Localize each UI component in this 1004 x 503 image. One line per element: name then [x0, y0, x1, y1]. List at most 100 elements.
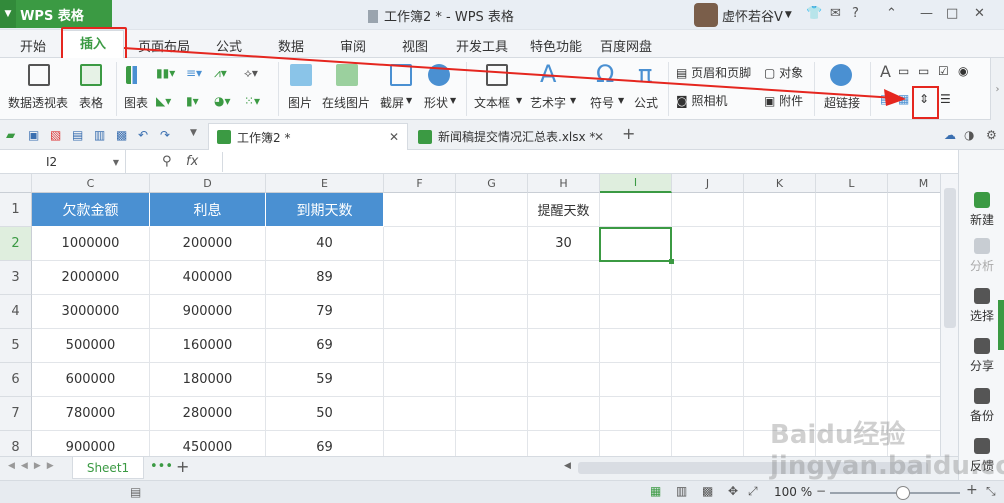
table-cell[interactable]: 500000	[32, 329, 150, 363]
empty-cell[interactable]	[384, 193, 456, 227]
select-all-corner[interactable]	[0, 174, 32, 193]
empty-cell[interactable]	[528, 295, 600, 329]
empty-cell[interactable]	[384, 295, 456, 329]
scatter-chart-icon[interactable]: ⁙▾	[244, 94, 260, 108]
chevron-down-icon[interactable]: ▼	[406, 96, 412, 105]
empty-cell[interactable]	[384, 261, 456, 295]
fit-icon[interactable]: ⤡	[986, 484, 996, 499]
tab-formula[interactable]: 公式	[216, 36, 242, 55]
pivot-table-button[interactable]: 数据透视表	[8, 94, 68, 111]
empty-cell[interactable]	[888, 261, 940, 295]
zoom-search-icon[interactable]: ⚲	[162, 154, 172, 169]
chevron-down-icon[interactable]: ▼	[113, 158, 119, 167]
column-header[interactable]: E	[266, 174, 384, 193]
help-icon[interactable]: ?	[852, 6, 859, 21]
empty-cell[interactable]	[600, 295, 672, 329]
more-sheets-icon[interactable]: •••	[150, 459, 173, 474]
column-header[interactable]: J	[672, 174, 744, 193]
reminder-value-cell[interactable]: 30	[528, 227, 600, 261]
chart-button[interactable]: 图表	[124, 94, 148, 111]
line-chart-icon[interactable]: ⩘▾	[214, 66, 227, 81]
empty-cell[interactable]	[744, 227, 816, 261]
table-cell[interactable]: 1000000	[32, 227, 150, 261]
empty-cell[interactable]	[888, 295, 940, 329]
object-button[interactable]: ▢ 对象	[764, 64, 803, 81]
app-menu-button[interactable]: S WPS 表格 ▼	[0, 0, 112, 28]
function-icon[interactable]: fx	[186, 154, 198, 169]
row-header[interactable]: 5	[0, 329, 32, 363]
table-cell[interactable]: 59	[266, 363, 384, 397]
table-cell[interactable]: 450000	[150, 431, 266, 456]
empty-cell[interactable]	[816, 295, 888, 329]
empty-cell[interactable]	[744, 329, 816, 363]
table-button[interactable]: 表格	[79, 94, 103, 111]
formula-button[interactable]: 公式	[634, 94, 658, 111]
empty-cell[interactable]	[888, 329, 940, 363]
empty-cell[interactable]	[888, 193, 940, 227]
empty-cell[interactable]	[384, 363, 456, 397]
page-layout-view-icon[interactable]: ▥	[676, 484, 687, 498]
settings-icon[interactable]: ⚙	[986, 128, 997, 142]
cloud-icon[interactable]: ☁	[944, 128, 956, 142]
table-cell[interactable]: 280000	[150, 397, 266, 431]
table-header-cell[interactable]: 到期天数	[266, 193, 384, 227]
empty-cell[interactable]	[744, 363, 816, 397]
attachment-button[interactable]: ▣ 附件	[764, 92, 803, 109]
column-header[interactable]: D	[150, 174, 266, 193]
table-cell[interactable]: 600000	[32, 363, 150, 397]
tab-baidu-disk[interactable]: 百度网盘	[600, 36, 652, 55]
reading-mode-icon[interactable]: ✥	[728, 484, 738, 498]
table-cell[interactable]: 89	[266, 261, 384, 295]
empty-cell[interactable]	[672, 261, 744, 295]
empty-cell[interactable]	[600, 329, 672, 363]
row-header[interactable]: 1	[0, 193, 32, 227]
checkbox-control-icon[interactable]: ☑	[938, 64, 949, 78]
empty-cell[interactable]	[672, 431, 744, 456]
side-analyze-button[interactable]: 分析	[959, 238, 1004, 274]
active-cell-I2[interactable]	[599, 227, 674, 264]
empty-cell[interactable]	[672, 295, 744, 329]
add-sheet-icon[interactable]: +	[176, 457, 189, 476]
zoom-slider[interactable]	[830, 492, 960, 494]
macro-record-icon[interactable]: ▤	[130, 485, 141, 499]
column-header[interactable]: M	[888, 174, 940, 193]
print-preview-icon[interactable]: ▥	[94, 128, 105, 142]
area-chart-icon[interactable]: ◣▾	[156, 94, 171, 108]
reminder-label-cell[interactable]: 提醒天数	[528, 193, 600, 227]
empty-cell[interactable]	[888, 363, 940, 397]
stock-chart-icon[interactable]: ▮▾	[186, 94, 199, 108]
textbox-button[interactable]: 文本框	[474, 94, 510, 111]
table-cell[interactable]: 69	[266, 431, 384, 456]
table-cell[interactable]: 200000	[150, 227, 266, 261]
pie-chart-icon[interactable]: ◕▾	[214, 94, 231, 108]
empty-cell[interactable]	[672, 227, 744, 261]
side-panel-toggle[interactable]	[998, 300, 1004, 350]
empty-cell[interactable]	[384, 329, 456, 363]
shape-button[interactable]: 形状	[424, 94, 448, 111]
empty-cell[interactable]	[672, 193, 744, 227]
save-icon[interactable]: ▣	[28, 128, 39, 142]
side-new-button[interactable]: 新建	[959, 192, 1004, 228]
feedback-icon[interactable]: ✉	[830, 6, 841, 21]
table-cell[interactable]: 69	[266, 329, 384, 363]
table-header-cell[interactable]: 利息	[150, 193, 266, 227]
hyperlink-button[interactable]: 超链接	[824, 94, 860, 111]
column-chart-icon[interactable]: ≡▾	[186, 66, 202, 80]
zoom-in-icon[interactable]: +	[966, 482, 978, 498]
empty-cell[interactable]	[600, 193, 672, 227]
page-break-view-icon[interactable]: ▩	[702, 484, 713, 498]
chevron-down-icon[interactable]: ▼	[190, 128, 197, 138]
combo-box-icon[interactable]: ▤	[880, 92, 891, 106]
empty-cell[interactable]	[384, 397, 456, 431]
bar-chart-icon[interactable]: ▮▮▾	[156, 66, 175, 80]
empty-cell[interactable]	[600, 397, 672, 431]
empty-cell[interactable]	[816, 227, 888, 261]
table-header-cell[interactable]: 欠款金额	[32, 193, 150, 227]
column-header[interactable]: L	[816, 174, 888, 193]
row-header[interactable]: 7	[0, 397, 32, 431]
table-cell[interactable]: 780000	[32, 397, 150, 431]
tab-data[interactable]: 数据	[278, 36, 304, 55]
empty-cell[interactable]	[816, 363, 888, 397]
fullscreen-icon[interactable]: ⤢	[748, 484, 758, 499]
table-cell[interactable]: 180000	[150, 363, 266, 397]
